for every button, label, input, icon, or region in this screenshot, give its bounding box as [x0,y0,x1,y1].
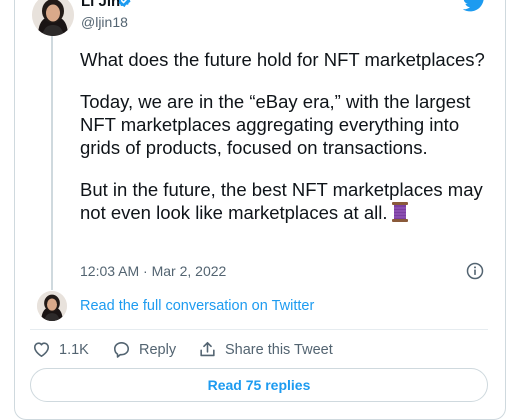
viewer-avatar[interactable] [37,291,67,321]
reply-label: Reply [139,341,177,358]
read-replies-button[interactable]: Read 75 replies [30,368,488,402]
divider [30,329,488,330]
read-conversation-link[interactable]: Read the full conversation on Twitter [80,298,314,314]
reply-button[interactable]: Reply [112,340,176,359]
share-icon [200,341,215,357]
tweet-paragraph: What does the future hold for NFT market… [80,49,485,70]
author-handle[interactable]: @ljin18 [81,14,128,30]
author-name[interactable]: Li Jin [81,0,120,10]
tweet-paragraph-text: But in the future, the best NFT marketpl… [80,179,483,223]
tweet-paragraph: Today, we are in the “eBay era,” with th… [80,91,471,158]
share-button[interactable]: Share this Tweet [198,340,333,359]
share-label: Share this Tweet [225,341,333,358]
like-count: 1.1K [59,341,89,358]
info-icon[interactable] [466,262,484,280]
tweet-paragraph: But in the future, the best NFT marketpl… [80,178,490,224]
thread-connector-line [51,34,53,290]
heart-icon [33,342,50,358]
tweet-timestamp[interactable]: 12:03 AM · Mar 2, 2022 [80,263,226,279]
tweet-text: What does the future hold for NFT market… [80,48,490,243]
verified-badge-icon [118,0,131,8]
like-button[interactable]: 1.1K [32,340,89,359]
thread-spool-icon [392,202,409,222]
reply-icon [113,341,130,358]
twitter-bird-icon[interactable] [463,0,487,12]
